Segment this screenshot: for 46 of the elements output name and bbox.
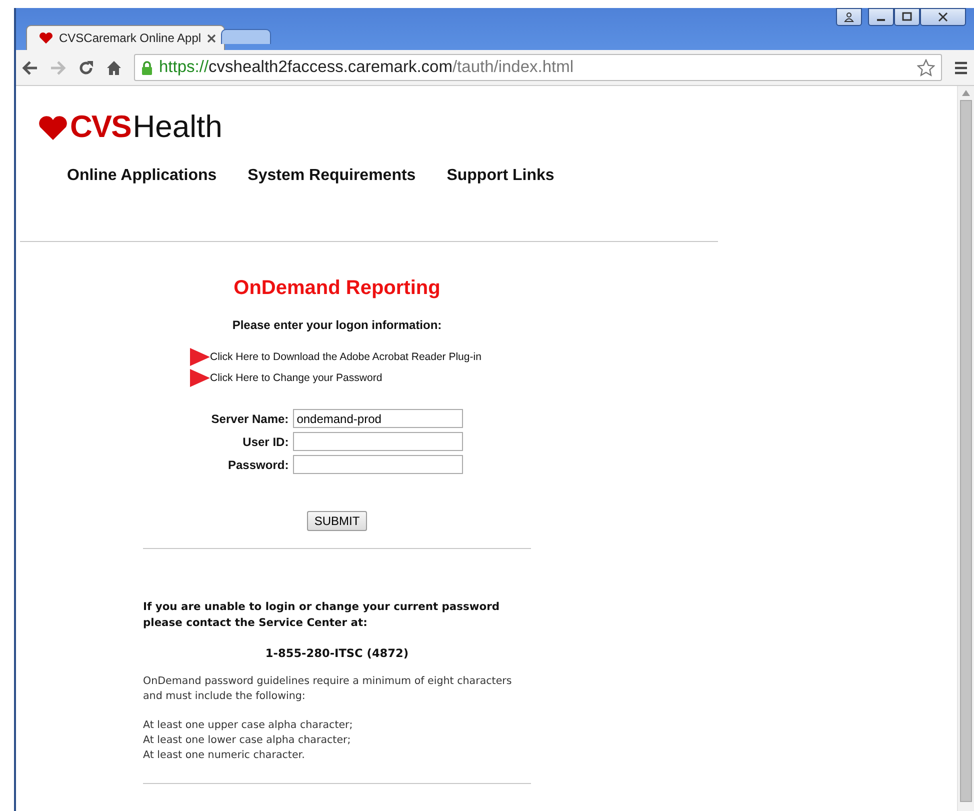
minimize-button[interactable] <box>868 8 894 26</box>
browser-tab[interactable] <box>221 29 272 44</box>
logo[interactable]: CVSHealth <box>38 114 222 140</box>
star-icon[interactable] <box>917 58 935 76</box>
maximize-icon <box>902 12 912 22</box>
submit-button[interactable]: SUBMIT <box>307 511 367 531</box>
nav-link[interactable]: System Requirements <box>248 167 416 185</box>
field-label: Server Name: <box>211 412 289 426</box>
page-title: OnDemand Reporting <box>232 277 442 300</box>
field-label: User ID: <box>242 434 289 448</box>
lock-icon <box>141 60 153 75</box>
link[interactable]: Click Here to Download the Adobe Acrobat Reader Plug-in <box>210 351 482 363</box>
heart-icon <box>38 116 68 140</box>
input-field[interactable]: ondemand-prod <box>292 409 463 428</box>
input-field[interactable] <box>292 432 463 451</box>
field-label: Password: <box>227 458 289 472</box>
close-icon[interactable] <box>207 34 216 42</box>
arrow-icon <box>190 348 210 366</box>
requirement-text: At least one numeric character. <box>143 748 306 763</box>
close-button[interactable] <box>920 8 966 26</box>
maximize-button[interactable] <box>894 8 920 26</box>
phone-number: 1-855-280-ITSC (4872) <box>264 647 410 660</box>
nav-link[interactable]: Online Applications <box>67 167 217 185</box>
scroll-thumb[interactable] <box>960 100 972 802</box>
reload-icon[interactable] <box>78 60 94 76</box>
contact-text: If you are unable to login or change your current password please contact the Service Center at: <box>143 599 500 631</box>
user-icon[interactable] <box>836 8 862 26</box>
instruction-text: Please enter your logon information: <box>231 318 443 332</box>
link[interactable]: Click Here to Change your Password <box>210 372 382 384</box>
tab-title: CVSCaremark Online Appl <box>59 31 202 45</box>
address-bar[interactable]: https://cvshealth2faccess.caremark.com/tauth/index.html <box>134 54 942 81</box>
input-field[interactable] <box>292 455 463 474</box>
arrow-icon <box>190 369 210 387</box>
close-icon <box>938 12 948 22</box>
url-text: https://cvshealth2faccess.caremark.com/tauth/index.html <box>159 58 575 77</box>
minimize-icon <box>877 19 885 21</box>
guidelines-text: OnDemand password guidelines require a minimum of eight characters and must include the following: <box>143 674 513 704</box>
menu-icon[interactable] <box>954 60 968 74</box>
nav-link[interactable]: Support Links <box>446 167 554 185</box>
heart-icon <box>39 32 53 44</box>
back-icon[interactable] <box>22 60 38 74</box>
requirement-text: At least one lower case alpha character; <box>143 733 352 748</box>
browser-tab[interactable]: CVSCaremark Online Appl <box>26 25 226 50</box>
requirement-text: At least one upper case alpha character; <box>143 718 354 733</box>
home-icon[interactable] <box>106 60 122 76</box>
scrollbar[interactable] <box>957 86 974 811</box>
